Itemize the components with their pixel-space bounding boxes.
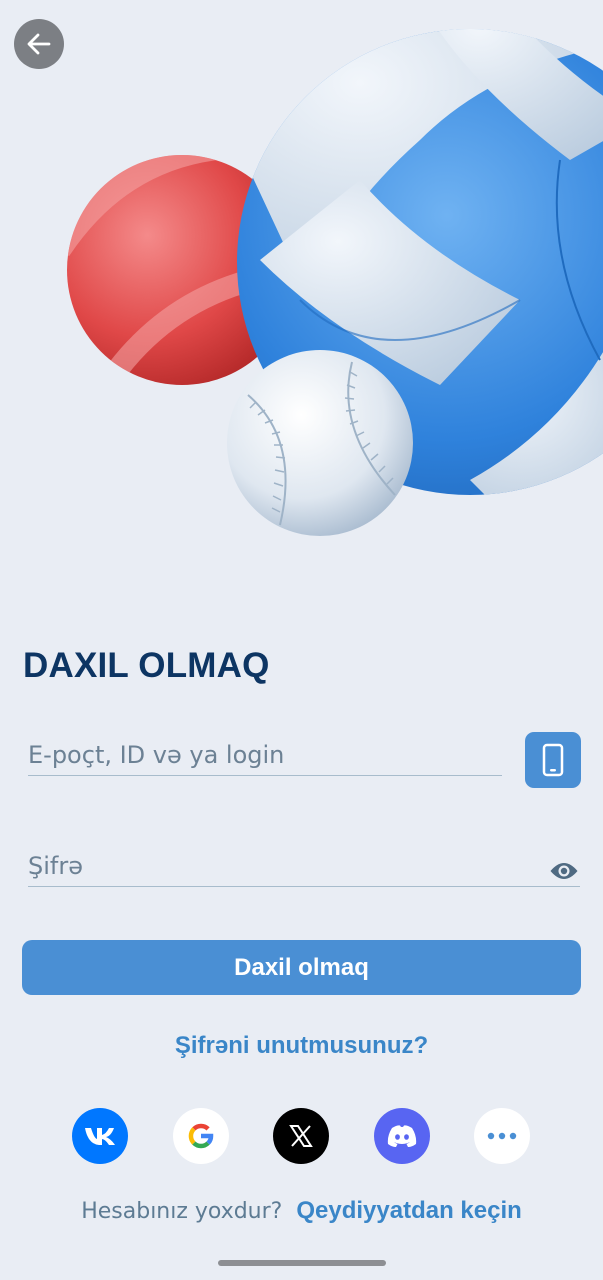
login-button[interactable]: Daxil olmaq — [22, 940, 581, 995]
arrow-left-icon — [27, 33, 51, 55]
email-field-container — [28, 735, 502, 776]
vk-login-button[interactable] — [72, 1108, 128, 1164]
phone-login-button[interactable] — [525, 732, 581, 788]
password-field-container — [28, 846, 580, 887]
more-icon — [487, 1132, 517, 1140]
discord-icon — [387, 1125, 417, 1147]
back-button[interactable] — [14, 19, 64, 69]
smartphone-icon — [542, 743, 564, 777]
google-login-button[interactable] — [173, 1108, 229, 1164]
page-title: DAXIL OLMAQ — [23, 646, 270, 685]
register-link[interactable]: Qeydiyyatdan keçin — [296, 1197, 521, 1224]
discord-login-button[interactable] — [374, 1108, 430, 1164]
x-icon — [289, 1125, 313, 1147]
hero-illustration — [0, 0, 603, 560]
home-indicator[interactable] — [218, 1260, 386, 1266]
password-input[interactable] — [28, 846, 580, 886]
register-question: Hesabınız yoxdur? — [81, 1199, 283, 1224]
eye-icon[interactable] — [548, 855, 580, 887]
register-prompt: Hesabınız yoxdur? Qeydiyyatdan keçin — [0, 1197, 603, 1225]
x-login-button[interactable] — [273, 1108, 329, 1164]
vk-icon — [85, 1128, 115, 1145]
forgot-password-link[interactable]: Şifrəni unutmusunuz? — [0, 1032, 603, 1060]
email-input[interactable] — [28, 735, 502, 775]
google-icon — [188, 1123, 214, 1149]
more-login-options-button[interactable] — [474, 1108, 530, 1164]
